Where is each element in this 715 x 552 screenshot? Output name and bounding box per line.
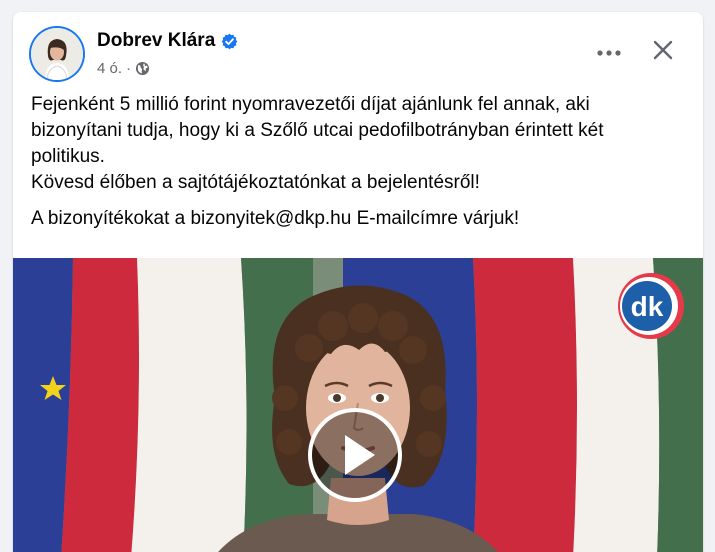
post-meta: 4 ó. · <box>97 60 150 77</box>
post-paragraph-2: A bizonyítékokat a bizonyitek@dkp.hu E-m… <box>31 208 520 229</box>
post-header: Dobrev Klára 4 ó. · <box>13 12 703 92</box>
author-row: Dobrev Klára <box>97 30 238 52</box>
post-text-line: Kövesd élőben a sajtótájékoztatónkat a b… <box>31 172 480 193</box>
more-options-button[interactable] <box>591 38 627 68</box>
post-timestamp[interactable]: 4 ó. <box>97 60 122 77</box>
author-avatar[interactable] <box>31 28 83 80</box>
post-text-line: bizonyítani tudja, hogy ki a Szőlő utcai… <box>31 120 604 141</box>
globe-icon[interactable] <box>135 61 150 76</box>
play-icon <box>308 408 402 502</box>
post-text: Fejenként 5 millió forint nyomravezetői … <box>13 92 703 232</box>
meta-separator: · <box>126 60 132 77</box>
dk-logo-text: dk <box>631 291 664 322</box>
video-thumbnail: dk <box>13 258 703 552</box>
close-icon <box>652 39 674 66</box>
play-button[interactable] <box>307 407 403 503</box>
video-player[interactable]: dk <box>13 258 703 552</box>
more-options-icon <box>596 44 622 62</box>
post-text-line: politikus. <box>31 146 105 167</box>
post-text-line: Fejenként 5 millió forint nyomravezetői … <box>31 94 590 115</box>
close-button[interactable] <box>645 34 681 70</box>
verified-badge-icon <box>221 33 238 50</box>
post-paragraph-1: Fejenként 5 millió forint nyomravezetői … <box>31 92 685 196</box>
post-card: Dobrev Klára 4 ó. · Fejenként 5 millió f… <box>13 12 703 552</box>
author-name[interactable]: Dobrev Klára <box>97 30 215 52</box>
